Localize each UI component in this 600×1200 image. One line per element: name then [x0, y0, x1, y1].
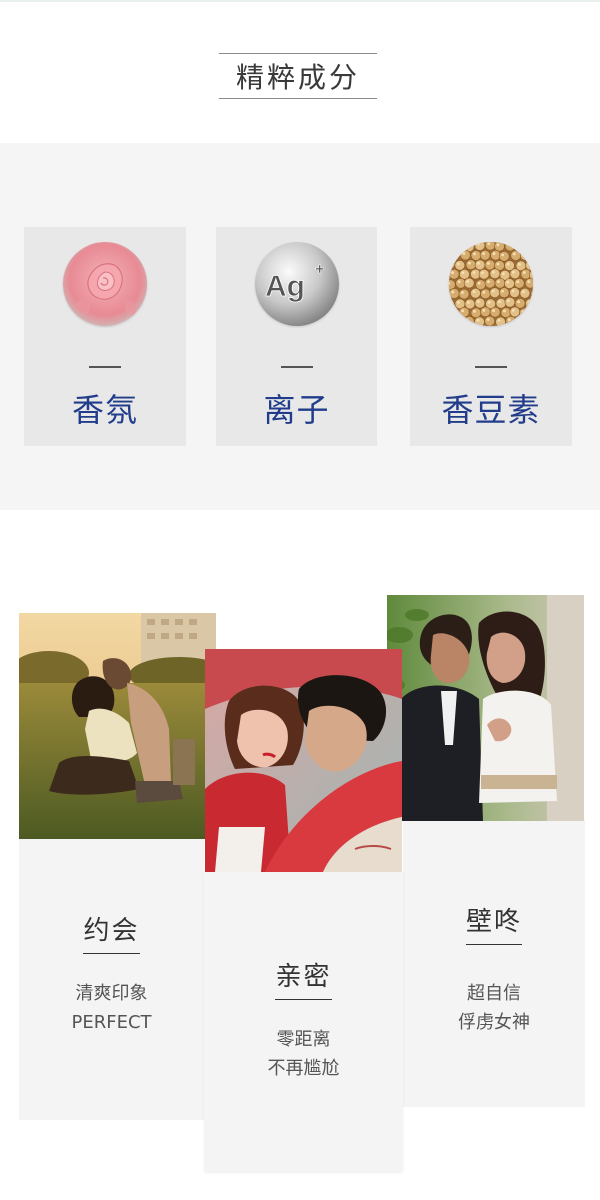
soybeans-icon — [449, 242, 533, 326]
scene-title: 约会 — [19, 910, 204, 954]
scenario-section: 约会 清爽印象 PERFECT 壁咚 超自信 俘虏女神 亲密 零距离 不再尴尬 — [0, 510, 600, 1200]
scene-description: 超自信 俘虏女神 — [458, 983, 530, 1033]
scene-description: 零距离 不再尴尬 — [267, 1029, 340, 1079]
ingredient-label: 香豆素 — [441, 391, 541, 429]
scene-card-date: 约会 清爽印象 PERFECT — [19, 839, 204, 1120]
silver-ion-icon: Ag + — [254, 242, 339, 326]
scene-description: 清爽印象 PERFECT — [71, 983, 152, 1033]
svg-text:Ag: Ag — [265, 270, 305, 303]
section-title: 精粹成分 — [219, 53, 377, 99]
ingredient-dash — [475, 366, 507, 368]
ingredient-card-fragrance: 香氛 — [24, 227, 186, 446]
rose-icon — [63, 242, 147, 326]
ingredient-label: 香氛 — [71, 391, 138, 429]
ingredients-section: 香氛 Ag + 离子 香豆素 — [0, 143, 600, 510]
scene-title: 亲密 — [205, 956, 402, 1000]
ingredient-dash — [280, 366, 313, 368]
scene-card-wall: 壁咚 超自信 俘虏女神 — [403, 819, 585, 1107]
ingredient-label: 离子 — [263, 391, 330, 429]
scene-card-intimate: 亲密 零距离 不再尴尬 — [205, 872, 402, 1172]
couple-car-photo — [205, 649, 402, 872]
ingredient-dash — [89, 366, 121, 368]
ingredient-card-ion: Ag + 离子 — [216, 227, 377, 446]
couple-park-photo — [19, 613, 216, 839]
ingredient-card-coumarin: 香豆素 — [410, 227, 572, 446]
couple-wall-photo — [387, 595, 584, 821]
svg-text:+: + — [315, 261, 324, 278]
scene-title: 壁咚 — [403, 901, 585, 945]
top-divider — [0, 0, 600, 2]
